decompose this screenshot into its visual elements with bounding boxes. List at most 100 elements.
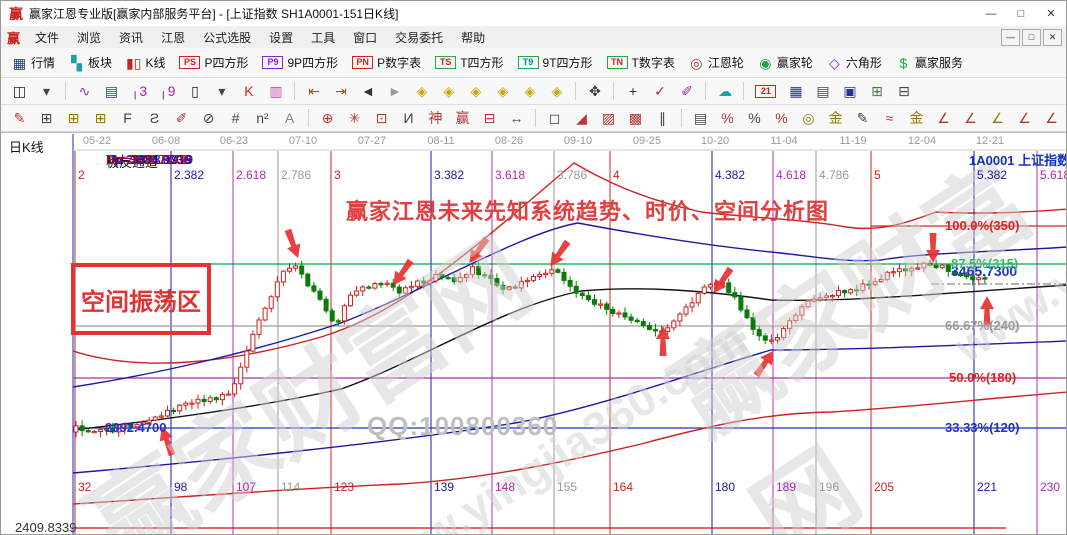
candle-body	[733, 293, 737, 297]
candle-body	[641, 322, 645, 326]
app-window: 赢 赢家江恩专业版[赢家内部服务平台] - [上证指数 SH1A0001-151…	[0, 0, 1067, 535]
candle-body	[782, 329, 786, 338]
candle-body	[794, 315, 798, 320]
candle-body	[812, 299, 816, 301]
candle-body	[464, 275, 468, 278]
candle-body	[922, 263, 926, 268]
candle-body	[574, 286, 578, 293]
candle-body	[233, 384, 237, 394]
candle-body	[74, 426, 78, 432]
candle-body	[818, 298, 822, 300]
candle-body	[763, 336, 767, 340]
candle-body	[556, 270, 560, 273]
candle-body	[318, 291, 322, 299]
candle-body	[855, 290, 859, 291]
candle-body	[934, 265, 938, 267]
candle-body	[489, 275, 493, 278]
candle-body	[580, 293, 584, 295]
candle-body	[330, 311, 334, 321]
candle-body	[172, 410, 176, 411]
candle-body	[672, 321, 676, 328]
candle-body	[214, 398, 218, 400]
candle-body	[434, 275, 438, 281]
candle-body	[135, 425, 139, 427]
candle-body	[477, 267, 481, 275]
candle-body	[385, 283, 389, 284]
candle-body	[635, 320, 639, 321]
candle-body	[843, 291, 847, 293]
candle-body	[568, 280, 572, 286]
candle-body	[647, 325, 651, 329]
candle-body	[605, 304, 609, 309]
candle-body	[111, 429, 115, 432]
candle-body	[220, 394, 224, 399]
candle-body	[440, 275, 444, 278]
candle-body	[611, 309, 615, 313]
candle-body	[678, 314, 682, 321]
candle-body	[702, 287, 706, 293]
chart-canvas[interactable]	[1, 1, 1067, 535]
candle-body	[776, 338, 780, 340]
candle-body	[281, 271, 285, 282]
candle-body	[275, 282, 279, 297]
candle-body	[251, 334, 255, 351]
candle-body	[92, 432, 96, 433]
candle-body	[916, 268, 920, 269]
candle-body	[117, 429, 121, 432]
candle-body	[373, 284, 377, 289]
candle-body	[367, 287, 371, 288]
candle-body	[898, 269, 902, 272]
candle-body	[593, 300, 597, 305]
candle-body	[617, 313, 621, 314]
candle-body	[586, 296, 590, 300]
candle-body	[501, 285, 505, 289]
candle-body	[562, 272, 566, 280]
candle-body	[166, 410, 170, 416]
candle-body	[983, 278, 987, 279]
candle-body	[532, 277, 536, 281]
candle-body	[495, 279, 499, 286]
candle-body	[202, 399, 206, 401]
candle-body	[263, 308, 267, 320]
candle-body	[416, 281, 420, 286]
candle-body	[190, 403, 194, 404]
candle-body	[861, 284, 865, 290]
candle-body	[519, 282, 523, 288]
candle-body	[867, 284, 871, 285]
annotation-arrow	[155, 425, 178, 458]
candle-body	[684, 307, 688, 314]
candle-body	[629, 317, 633, 320]
candle-body	[800, 307, 804, 315]
candle-body	[952, 271, 956, 274]
candle-body	[769, 340, 773, 341]
candle-body	[86, 431, 90, 432]
candle-body	[105, 429, 109, 430]
candle-body	[885, 272, 889, 279]
candle-body	[599, 304, 603, 305]
candle-body	[788, 321, 792, 329]
candle-body	[397, 287, 401, 293]
candle-body	[483, 275, 487, 276]
candle-body	[336, 321, 340, 322]
annotation-arrow	[926, 233, 940, 263]
channel-curve	[73, 392, 1067, 504]
candle-body	[708, 285, 712, 287]
candle-body	[342, 306, 346, 321]
candle-body	[288, 268, 292, 271]
annotation-arrow	[281, 228, 304, 261]
annotation-arrow	[545, 238, 574, 271]
channel-curve	[73, 341, 1067, 473]
candle-body	[294, 266, 298, 268]
candle-body	[98, 429, 102, 431]
candle-body	[696, 293, 700, 303]
candle-body	[245, 351, 249, 367]
candle-body	[80, 426, 84, 431]
candle-body	[123, 424, 127, 429]
annotation-arrow	[980, 296, 994, 326]
candle-body	[178, 405, 182, 411]
candle-body	[965, 275, 969, 277]
candle-body	[227, 394, 231, 395]
candle-body	[757, 329, 761, 335]
candle-body	[623, 313, 627, 317]
candle-body	[806, 301, 810, 307]
